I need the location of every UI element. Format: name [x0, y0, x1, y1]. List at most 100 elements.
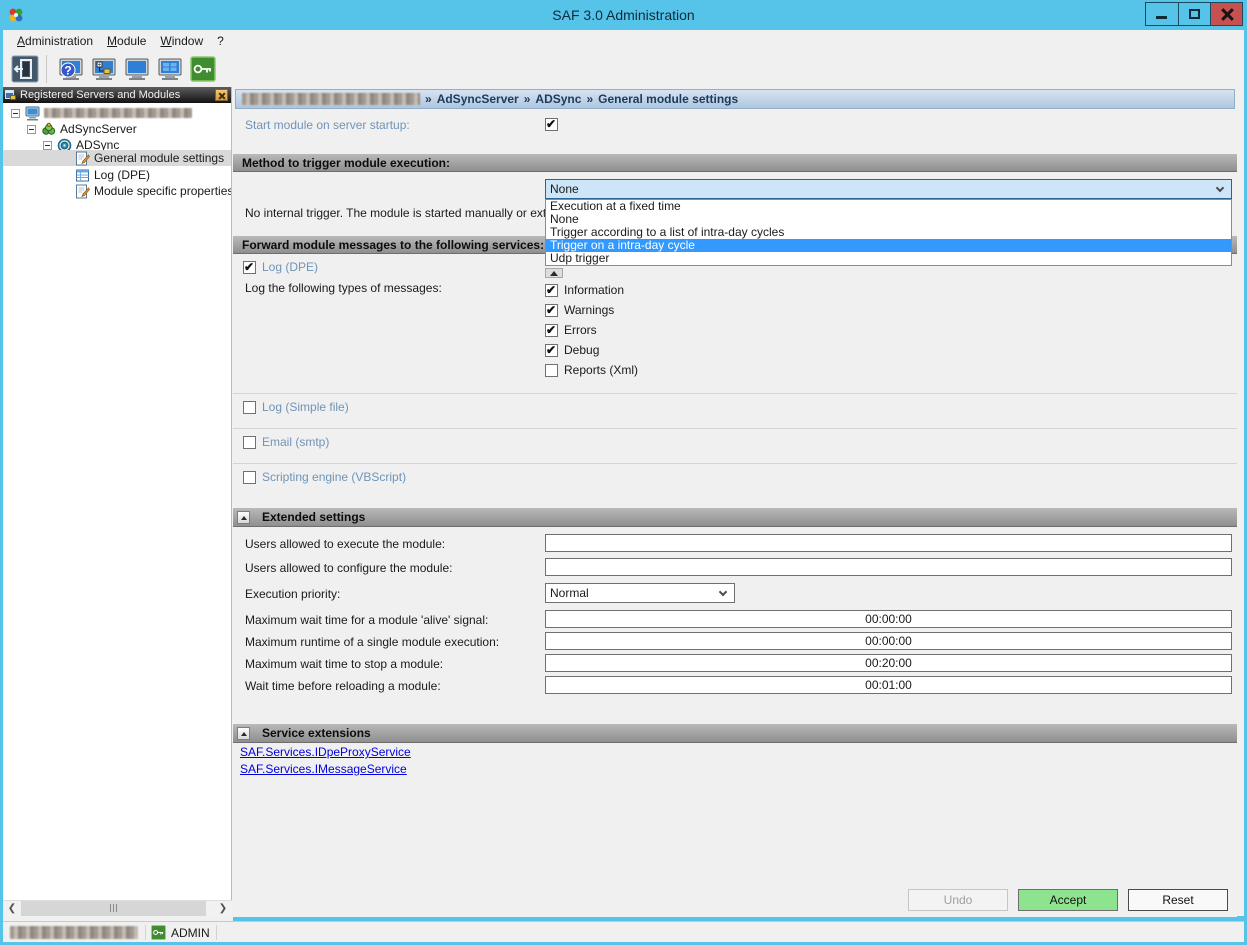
- breadcrumb-separator: »: [586, 92, 593, 106]
- registered-servers-icon: +: [90, 55, 118, 83]
- chevron-down-icon: [719, 588, 727, 596]
- window-controls: [1145, 2, 1243, 26]
- computer-icon: [25, 106, 40, 121]
- reset-button[interactable]: Reset: [1128, 889, 1228, 911]
- scroll-right-icon[interactable]: ❯: [214, 901, 232, 917]
- tree-node-label: AdSyncServer: [60, 122, 137, 136]
- toolbar: ? +: [3, 51, 1244, 87]
- tree-node-adsyncserver[interactable]: AdSyncServer: [27, 121, 137, 137]
- errors-checkbox[interactable]: [545, 324, 558, 337]
- help-button[interactable]: ?: [56, 54, 86, 84]
- menu-window[interactable]: Window: [153, 32, 210, 50]
- panel-close-icon[interactable]: [215, 89, 228, 101]
- scroll-track[interactable]: [21, 901, 214, 917]
- breadcrumb-separator: »: [425, 92, 432, 106]
- dropdown-option[interactable]: Execution at a fixed time: [546, 200, 1231, 213]
- debug-checkbox[interactable]: [545, 344, 558, 357]
- menu-help[interactable]: ?: [210, 32, 231, 50]
- modules-grid-icon: [156, 55, 184, 83]
- reports-xml-checkbox[interactable]: [545, 364, 558, 377]
- message-service-link[interactable]: SAF.Services.IMessageService: [240, 762, 407, 776]
- email-smtp-row: Email (smtp): [243, 435, 329, 449]
- log-table-icon: [75, 168, 90, 183]
- menu-module[interactable]: Module: [100, 32, 153, 50]
- execution-priority-select[interactable]: Normal: [545, 583, 735, 603]
- collapse-up-icon[interactable]: [545, 268, 563, 278]
- collapse-section-icon[interactable]: [237, 511, 250, 524]
- accept-button[interactable]: Accept: [1018, 889, 1118, 911]
- status-user: ADMIN: [171, 926, 210, 940]
- dropdown-option-highlighted[interactable]: Trigger on a intra-day cycle: [546, 239, 1231, 252]
- dropdown-option[interactable]: Trigger according to a list of intra-day…: [546, 226, 1231, 239]
- title-bar: SAF 3.0 Administration: [0, 0, 1247, 30]
- collapse-box-icon[interactable]: [11, 109, 20, 118]
- reports-xml-label: Reports (Xml): [564, 363, 638, 377]
- breadcrumb-adsync[interactable]: ADSync: [535, 92, 581, 106]
- alive-signal-input[interactable]: 00:00:00: [545, 610, 1232, 628]
- divider: [233, 393, 1237, 394]
- breadcrumb-adsyncserver[interactable]: AdSyncServer: [437, 92, 519, 106]
- maximize-icon: [1189, 9, 1200, 19]
- information-label: Information: [564, 283, 624, 297]
- server-name-redacted: [44, 108, 192, 118]
- message-type-row: Reports (Xml): [545, 363, 638, 377]
- minimize-button[interactable]: [1146, 3, 1178, 25]
- dropdown-option[interactable]: Udp trigger: [546, 252, 1231, 265]
- log-dpe-label: Log (DPE): [262, 260, 318, 274]
- chevron-down-icon: [1216, 184, 1224, 192]
- modules-grid-button[interactable]: [155, 54, 185, 84]
- divider: [233, 463, 1237, 464]
- information-checkbox[interactable]: [545, 284, 558, 297]
- trigger-method-dropdown: Execution at a fixed time None Trigger a…: [545, 199, 1232, 266]
- registered-servers-button[interactable]: +: [89, 54, 119, 84]
- collapse-box-icon[interactable]: [43, 141, 52, 150]
- errors-label: Errors: [564, 323, 597, 337]
- tree-leaf-log-dpe[interactable]: Log (DPE): [75, 167, 150, 183]
- trigger-method-select[interactable]: None: [545, 179, 1232, 199]
- collapse-box-icon[interactable]: [27, 125, 36, 134]
- minimize-icon: [1156, 16, 1167, 19]
- tree-leaf-module-properties[interactable]: Module specific properties: [75, 183, 232, 199]
- log-simple-file-checkbox[interactable]: [243, 401, 256, 414]
- admin-key-button[interactable]: [188, 54, 218, 84]
- divider: [233, 428, 1237, 429]
- debug-label: Debug: [564, 343, 599, 357]
- log-dpe-checkbox[interactable]: [243, 261, 256, 274]
- stop-wait-input[interactable]: 00:20:00: [545, 654, 1232, 672]
- trigger-method-value: None: [550, 182, 579, 196]
- startup-checkbox[interactable]: [545, 118, 558, 131]
- trigger-section-header: Method to trigger module execution:: [233, 154, 1237, 172]
- max-runtime-input[interactable]: 00:00:00: [545, 632, 1232, 650]
- settings-doc-icon: [75, 184, 90, 199]
- menu-administration[interactable]: Administration: [10, 32, 100, 50]
- exit-button[interactable]: [10, 54, 40, 84]
- email-smtp-checkbox[interactable]: [243, 436, 256, 449]
- undo-button[interactable]: Undo: [908, 889, 1008, 911]
- tree-node-server[interactable]: [11, 105, 192, 121]
- settings-content: » AdSyncServer » ADSync » General module…: [233, 87, 1237, 917]
- warnings-checkbox[interactable]: [545, 304, 558, 317]
- log-dpe-row: Log (DPE): [243, 260, 318, 274]
- status-server-redacted: [10, 926, 138, 939]
- users-configure-label: Users allowed to configure the module:: [245, 561, 452, 575]
- users-execute-input[interactable]: [545, 534, 1232, 552]
- scroll-thumb[interactable]: [21, 901, 206, 916]
- dpe-proxy-service-link[interactable]: SAF.Services.IDpeProxyService: [240, 745, 411, 759]
- maximize-button[interactable]: [1178, 3, 1210, 25]
- close-button[interactable]: [1210, 3, 1242, 25]
- monitor-button[interactable]: [122, 54, 152, 84]
- breadcrumb-current-page: General module settings: [598, 92, 738, 106]
- scroll-left-icon[interactable]: ❮: [3, 901, 21, 917]
- tree: AdSyncServer ADSync General module s: [3, 103, 231, 900]
- collapse-section-icon[interactable]: [237, 727, 250, 740]
- message-type-row: Warnings: [545, 303, 614, 317]
- scripting-engine-label: Scripting engine (VBScript): [262, 470, 406, 484]
- users-execute-label: Users allowed to execute the module:: [245, 537, 445, 551]
- alive-signal-label: Maximum wait time for a module 'alive' s…: [245, 613, 488, 627]
- tree-leaf-general-settings[interactable]: General module settings: [3, 150, 231, 166]
- dropdown-option[interactable]: None: [546, 213, 1231, 226]
- scripting-engine-checkbox[interactable]: [243, 471, 256, 484]
- users-configure-input[interactable]: [545, 558, 1232, 576]
- tree-leaf-label: General module settings: [94, 151, 224, 165]
- reload-wait-input[interactable]: 00:01:00: [545, 676, 1232, 694]
